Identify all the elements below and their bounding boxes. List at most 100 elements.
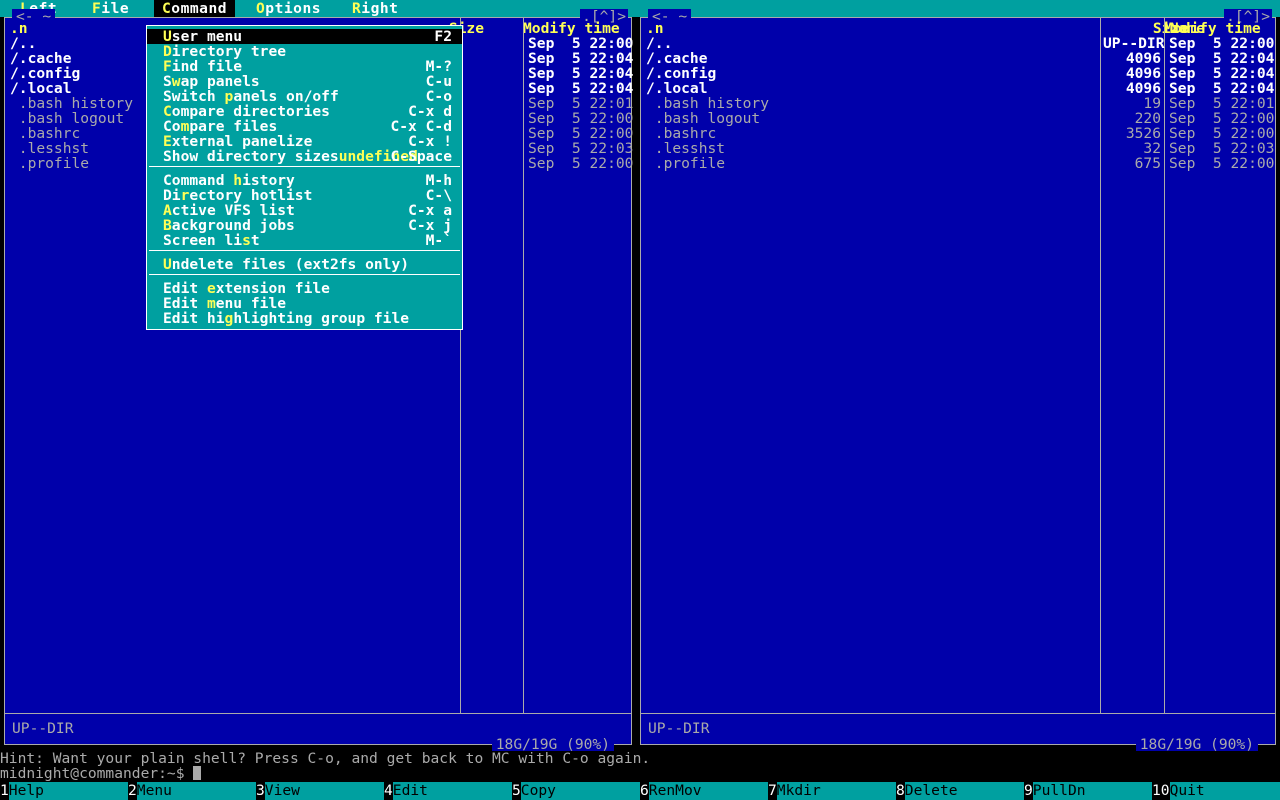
fn-key-3-view[interactable]: 3View (256, 782, 385, 800)
fn-key-number: 5 (512, 782, 521, 799)
right-col-time[interactable]: Modify time (1164, 21, 1261, 36)
menu-item-label: Show directory sizesundefined (163, 148, 418, 165)
menu-item-external-panelize[interactable]: External panelize C-x ! (147, 134, 462, 149)
file-row-name[interactable]: .bash_history (646, 96, 1098, 111)
menu-item-show-directory-sizes[interactable]: Show directory sizesundefined C-Space (147, 149, 462, 164)
left-status-divider (5, 713, 631, 714)
menu-item-label: Screen list (163, 232, 260, 249)
menu-item-compare-files[interactable]: Compare files C-x C-d (147, 119, 462, 134)
menu-item-command-history[interactable]: Command history M-h (147, 173, 462, 188)
menu-item-hotkey: U (163, 256, 172, 273)
file-row-time: Sep 5 22:04 (528, 50, 634, 67)
menu-item-shortcut: C-o (425, 88, 452, 105)
fn-key-label: Menu (136, 782, 257, 800)
file-row-time: Sep 5 22:04 (1169, 65, 1275, 82)
right-panel[interactable]: <- ~ .[^]> .n Name Size Modify time /.. U… (640, 9, 1276, 752)
menu-item-edit-highlighting-group-file[interactable]: Edit highlighting group file (147, 311, 462, 326)
menubar-hotkey: F (92, 0, 102, 17)
menu-item-shortcut: M-` (425, 232, 452, 249)
file-row-name[interactable]: .bashrc (646, 126, 1098, 141)
file-row-time: Sep 5 22:00 (1169, 125, 1275, 142)
menubar-label-post: ptions (265, 0, 322, 17)
menu-item-shortcut: C-x ! (408, 133, 452, 150)
fn-key-10-quit[interactable]: 10Quit (1152, 782, 1280, 800)
menu-item-shortcut: F2 (434, 28, 452, 45)
file-row-name[interactable]: /.local (646, 81, 1098, 96)
fn-key-label: Edit (392, 782, 513, 800)
menu-item-screen-list[interactable]: Screen list M-` (147, 233, 462, 248)
fn-key-number: 4 (384, 782, 393, 799)
file-row-name[interactable]: .bash_logout (646, 111, 1098, 126)
hint-line: Hint: Want your plain shell? Press C-o, … (0, 751, 1280, 766)
fn-key-6-renmov[interactable]: 6RenMov (640, 782, 769, 800)
file-row-size: 3526 (1125, 125, 1161, 142)
command-menu-dropdown[interactable]: User menu F2 Directory tree Find file M-? Swa… (146, 25, 463, 330)
file-row-size: 220 (1134, 110, 1161, 127)
menu-separator (149, 166, 460, 171)
file-row-time: Sep 5 22:01 (1169, 95, 1275, 112)
menu-item-undelete-files-ext2fs-only[interactable]: Undelete files (ext2fs only) (147, 257, 462, 272)
menubar-item-file[interactable]: File (84, 0, 137, 17)
file-row-time: Sep 5 22:00 (528, 155, 634, 172)
file-row-name[interactable]: /.cache (646, 51, 1098, 66)
fn-key-2-menu[interactable]: 2Menu (128, 782, 257, 800)
right-panel-status: UP--DIR (648, 720, 710, 737)
menu-item-directory-tree[interactable]: Directory tree (147, 44, 462, 59)
menu-item-edit-extension-file[interactable]: Edit extension file (147, 281, 462, 296)
fn-key-5-copy[interactable]: 5Copy (512, 782, 641, 800)
fn-key-8-delete[interactable]: 8Delete (896, 782, 1025, 800)
menu-item-edit-menu-file[interactable]: Edit menu file (147, 296, 462, 311)
menubar-item-command[interactable]: Command (154, 0, 236, 17)
file-row-size: 4096 (1125, 65, 1161, 82)
menu-item-compare-directories[interactable]: Compare directories C-x d (147, 104, 462, 119)
right-status-divider (641, 713, 1275, 714)
menu-item-swap-panels[interactable]: Swap panels C-u (147, 74, 462, 89)
file-row-size: UP--DIR (1103, 35, 1165, 52)
menubar-hotkey: R (352, 0, 362, 17)
file-row-time: Sep 5 22:00 (1169, 35, 1275, 52)
menu-item-background-jobs[interactable]: Background jobs C-x j (147, 218, 462, 233)
file-row-time: Sep 5 22:04 (1169, 80, 1275, 97)
menu-item-hotkey: g (224, 310, 234, 327)
fn-key-label: View (264, 782, 385, 800)
file-row-time: Sep 5 22:00 (1169, 155, 1275, 172)
fn-key-4-edit[interactable]: 4Edit (384, 782, 513, 800)
left-path-text: ~ (42, 8, 52, 25)
menu-item-shortcut: C-x d (408, 103, 452, 120)
right-panel-free: 18G/19G (90%) (1135, 737, 1258, 752)
menu-item-switch-panels-on-off[interactable]: Switch panels on/off C-o (147, 89, 462, 104)
file-row-time: Sep 5 22:04 (528, 65, 634, 82)
menu-item-active-vfs-list[interactable]: Active VFS list C-x a (147, 203, 462, 218)
menu-item-shortcut: C-x a (408, 202, 452, 219)
menu-item-shortcut: C-\ (425, 187, 452, 204)
text-cursor (193, 766, 202, 780)
menu-item-user-menu[interactable]: User menu F2 (147, 29, 462, 44)
file-row-time: Sep 5 22:03 (1169, 140, 1275, 157)
file-row-size: 32 (1143, 140, 1161, 157)
fn-key-7-mkdir[interactable]: 7Mkdir (768, 782, 897, 800)
file-row-time: Sep 5 22:04 (1169, 50, 1275, 67)
fn-key-label: Mkdir (776, 782, 897, 800)
right-sep-2 (1164, 18, 1165, 713)
shell-prompt: midnight@commander:~$ (0, 765, 194, 782)
left-col-time[interactable]: Modify time (523, 21, 620, 36)
function-key-bar: 1Help 2Menu 3View 4Edit 5Copy 6RenMov 7Mkdir 8D… (0, 782, 1280, 800)
file-row-name[interactable]: .lesshst (646, 141, 1098, 156)
file-row-time: Sep 5 22:00 (528, 125, 634, 142)
file-row-name[interactable]: .profile (646, 156, 1098, 171)
menubar-label-post: ight (361, 0, 399, 17)
file-row-time: Sep 5 22:00 (528, 110, 634, 127)
menubar-item-options[interactable]: Options (248, 0, 329, 17)
menu-item-directory-hotlist[interactable]: Directory hotlist C-\ (147, 188, 462, 203)
fn-key-1-help[interactable]: 1Help (0, 782, 129, 800)
shell-prompt-line[interactable]: midnight@commander:~$ (0, 766, 1280, 781)
file-row-name[interactable]: /.config (646, 66, 1098, 81)
file-row-name[interactable]: /.. (646, 36, 1098, 51)
menubar-label-post: ommand (171, 0, 228, 17)
fn-key-9-pulldn[interactable]: 9PullDn (1024, 782, 1153, 800)
left-col-name[interactable]: .n (10, 21, 28, 36)
menu-item-label: Edit highlighting group file (163, 310, 410, 327)
left-panel-status: UP--DIR (12, 720, 74, 737)
menu-item-find-file[interactable]: Find file M-? (147, 59, 462, 74)
menubar-item-right[interactable]: Right (344, 0, 406, 17)
